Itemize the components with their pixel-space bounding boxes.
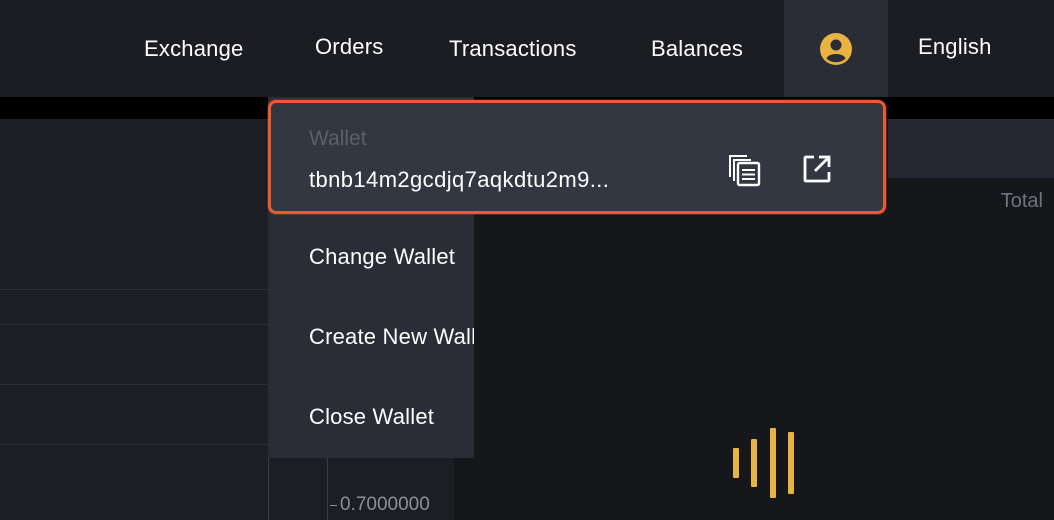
panel-header (888, 119, 1054, 178)
nav-transactions[interactable]: Transactions (449, 0, 577, 97)
grid-line (0, 289, 268, 290)
top-navigation: Exchange Orders Transactions Balances En… (0, 0, 1054, 97)
language-selector[interactable]: English (918, 0, 992, 95)
wallet-label: Wallet (309, 127, 367, 150)
open-explorer-button[interactable] (797, 149, 837, 189)
grid-line (327, 456, 328, 520)
grid-line (0, 444, 268, 445)
grid-line (268, 456, 269, 520)
app-root: Exchange Orders Transactions Balances En… (0, 0, 1054, 520)
external-link-icon (803, 155, 831, 183)
loading-bars-icon (733, 428, 795, 498)
account-menu-button[interactable] (784, 0, 888, 97)
price-tick (330, 505, 337, 506)
close-wallet-item[interactable]: Close Wallet (309, 404, 474, 430)
grid-line (0, 384, 268, 385)
price-axis-label: 0.7000000 (340, 494, 430, 515)
change-wallet-item[interactable]: Change Wallet (309, 244, 474, 270)
copy-address-button[interactable] (724, 149, 764, 189)
user-circle-icon (820, 32, 852, 65)
wallet-address: tbnb14m2gcdjq7aqkdtu2m9... (309, 167, 610, 192)
wallet-info-card: Wallet tbnb14m2gcdjq7aqkdtu2m9... (268, 100, 886, 214)
nav-orders[interactable]: Orders (315, 0, 383, 95)
copy-icon (729, 155, 761, 187)
nav-balances[interactable]: Balances (651, 0, 743, 97)
total-column-header: Total (1000, 190, 1043, 212)
create-new-wallet-item[interactable]: Create New Wallet (309, 324, 474, 350)
grid-line (0, 324, 268, 325)
nav-exchange[interactable]: Exchange (144, 0, 243, 97)
